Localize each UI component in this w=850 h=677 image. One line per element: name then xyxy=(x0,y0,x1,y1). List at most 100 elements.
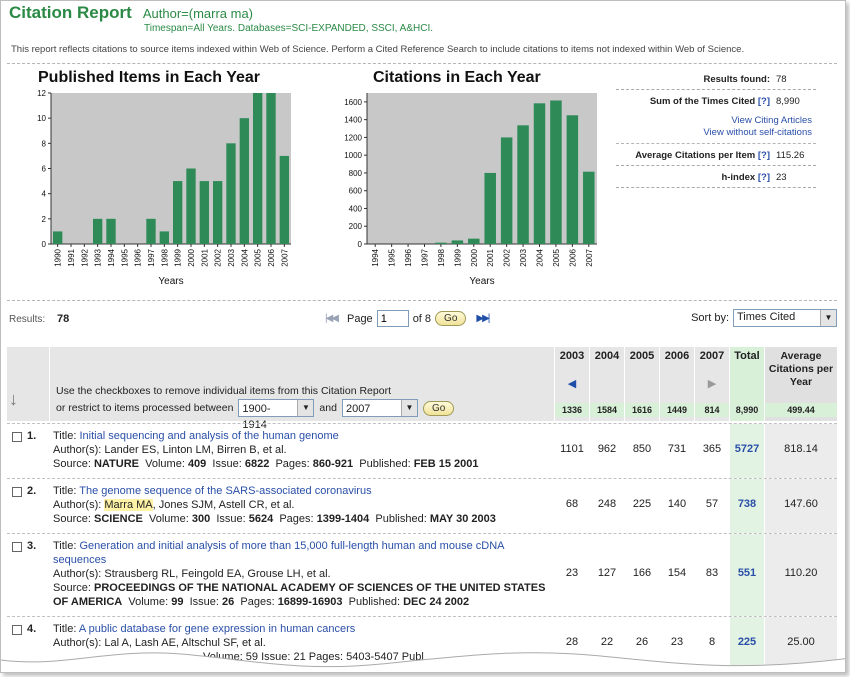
citation-count: 127 xyxy=(597,567,617,579)
x-tick-label: 2004 xyxy=(240,248,249,266)
x-tick-label: 2001 xyxy=(200,248,209,266)
y-tick-label: 800 xyxy=(349,169,363,178)
stats-panel: Results found: 78 Sum of the Times Cited… xyxy=(616,71,816,188)
year-sum: 1449 xyxy=(660,403,694,417)
header-checkbox-column: ↓ xyxy=(7,347,49,421)
y-tick-label: 0 xyxy=(42,240,47,249)
x-tick-label: 1990 xyxy=(54,248,63,266)
first-page-icon[interactable]: |◀◀ xyxy=(325,313,339,324)
results-count: 78 xyxy=(57,313,70,325)
citation-count: 1101 xyxy=(560,443,584,455)
range-row: or restrict to items processed between 1… xyxy=(56,399,455,431)
chevron-down-icon: ▼ xyxy=(400,400,417,416)
search-query: Author=(marra ma) xyxy=(142,6,254,21)
record-title-link[interactable]: The genome sequence of the SARS-associat… xyxy=(79,485,371,497)
view-without-self-citations-link[interactable]: View without self-citations xyxy=(616,127,816,139)
x-tick-label: 2007 xyxy=(280,248,289,266)
citation-count: 962 xyxy=(597,443,617,455)
page-title: Citation Report xyxy=(9,3,132,22)
y-tick-label: 12 xyxy=(37,89,46,98)
page-number-input[interactable] xyxy=(376,310,409,327)
record-authors: Lander ES, Linton LM, Birren B, et al. xyxy=(104,444,287,456)
bar xyxy=(253,93,263,244)
avg-per-year-sum: 499.44 xyxy=(765,403,837,417)
citation-count: 140 xyxy=(667,498,687,510)
results-found-label: Results found: xyxy=(703,74,771,85)
torn-edge xyxy=(1,652,845,672)
next-page-icon[interactable]: ▶▶| xyxy=(476,313,490,324)
citation-count: 365 xyxy=(702,443,722,455)
record-checkbox[interactable] xyxy=(12,625,22,635)
pager: |◀◀ Page of 8 Go ▶▶| xyxy=(325,310,490,327)
total-citations-link[interactable]: 738 xyxy=(730,479,764,533)
x-tick-label: 1997 xyxy=(421,248,430,266)
x-tick-label: 2006 xyxy=(267,248,276,266)
x-tick-label: 1998 xyxy=(437,248,446,266)
record-checkbox[interactable] xyxy=(12,432,22,442)
bar xyxy=(468,238,480,244)
bar xyxy=(279,155,289,244)
x-tick-label: 1996 xyxy=(404,248,413,266)
prev-years-icon[interactable]: ◀ xyxy=(555,377,589,390)
y-tick-label: 0 xyxy=(358,240,363,249)
citation-count: 225 xyxy=(632,498,652,510)
bar xyxy=(484,172,496,244)
record-checkbox[interactable] xyxy=(12,487,22,497)
record-title-link[interactable]: A public database for gene expression in… xyxy=(79,623,355,635)
total-column: Total 8,990 xyxy=(730,347,764,421)
avg-citations-label: Average Citations per Item [?] xyxy=(635,150,770,161)
timespan-text: Timespan=All Years. Databases=SCI-EXPAND… xyxy=(144,23,434,34)
bar xyxy=(106,218,116,244)
chart-title-published: Published Items in Each Year xyxy=(38,69,261,86)
page-go-button[interactable]: Go xyxy=(435,311,467,326)
record-number: 1. xyxy=(27,430,37,442)
view-citing-articles-link[interactable]: View Citing Articles xyxy=(616,111,816,127)
next-years-icon[interactable]: ▶ xyxy=(695,377,729,390)
help-link[interactable]: [?] xyxy=(758,150,770,161)
citation-count: 154 xyxy=(667,567,687,579)
bar xyxy=(213,181,223,244)
record-title-link[interactable]: Generation and initial analysis of more … xyxy=(53,540,504,566)
bar xyxy=(199,181,209,244)
citation-count: 166 xyxy=(632,567,652,579)
record-number: 2. xyxy=(27,485,37,497)
bar xyxy=(566,115,579,244)
table-row: 1. Title: Initial sequencing and analysi… xyxy=(7,423,837,478)
instructions-text: Use the checkboxes to remove individual … xyxy=(56,385,391,397)
x-tick-label: 2002 xyxy=(503,248,512,266)
year-column-2004: 2004 1584 xyxy=(590,347,624,421)
sort-label: Sort by: xyxy=(691,312,729,324)
h-index-value: 23 xyxy=(776,172,787,183)
results-toolbar: Results: 78 |◀◀ Page of 8 Go ▶▶| Sort by… xyxy=(7,309,837,333)
total-citations-link[interactable]: 5727 xyxy=(730,424,764,478)
chevron-down-icon: ▼ xyxy=(820,310,836,326)
range-go-button[interactable]: Go xyxy=(422,400,455,416)
help-link[interactable]: [?] xyxy=(758,96,770,107)
range-from-select[interactable]: 1900-1914 ▼ xyxy=(238,399,315,431)
sort-select[interactable]: Times Cited ▼ xyxy=(733,309,837,327)
record-checkbox[interactable] xyxy=(12,542,22,552)
bar xyxy=(239,118,249,244)
x-tick-label: 1995 xyxy=(388,248,397,266)
total-citations-link[interactable]: 551 xyxy=(730,534,764,616)
x-axis-label: Years xyxy=(469,276,494,287)
h-index-row: h-index [?] 23 xyxy=(616,166,816,188)
record-authors: Strausberg RL, Feingold EA, Grouse LH, e… xyxy=(104,568,331,580)
help-link[interactable]: [?] xyxy=(758,172,770,183)
bar xyxy=(226,143,236,244)
year-column-2005: 2005 1616 xyxy=(625,347,659,421)
avg-citations-row: Average Citations per Item [?] 115.26 xyxy=(616,144,816,166)
bar xyxy=(435,242,447,244)
year-column-2006: 2006 1449 xyxy=(660,347,694,421)
citation-count: 83 xyxy=(705,567,719,579)
x-tick-label: 2003 xyxy=(227,248,236,266)
record-title-link[interactable]: Initial sequencing and analysis of the h… xyxy=(80,430,339,442)
range-to-select[interactable]: 2007 ▼ xyxy=(341,399,418,417)
x-tick-label: 2003 xyxy=(519,248,528,266)
total-sum: 8,990 xyxy=(730,403,764,417)
year-header: 2006 xyxy=(664,350,690,362)
x-tick-label: 1992 xyxy=(80,248,89,266)
bar xyxy=(451,240,464,244)
y-tick-label: 600 xyxy=(349,187,363,196)
x-tick-label: 2002 xyxy=(214,248,223,266)
